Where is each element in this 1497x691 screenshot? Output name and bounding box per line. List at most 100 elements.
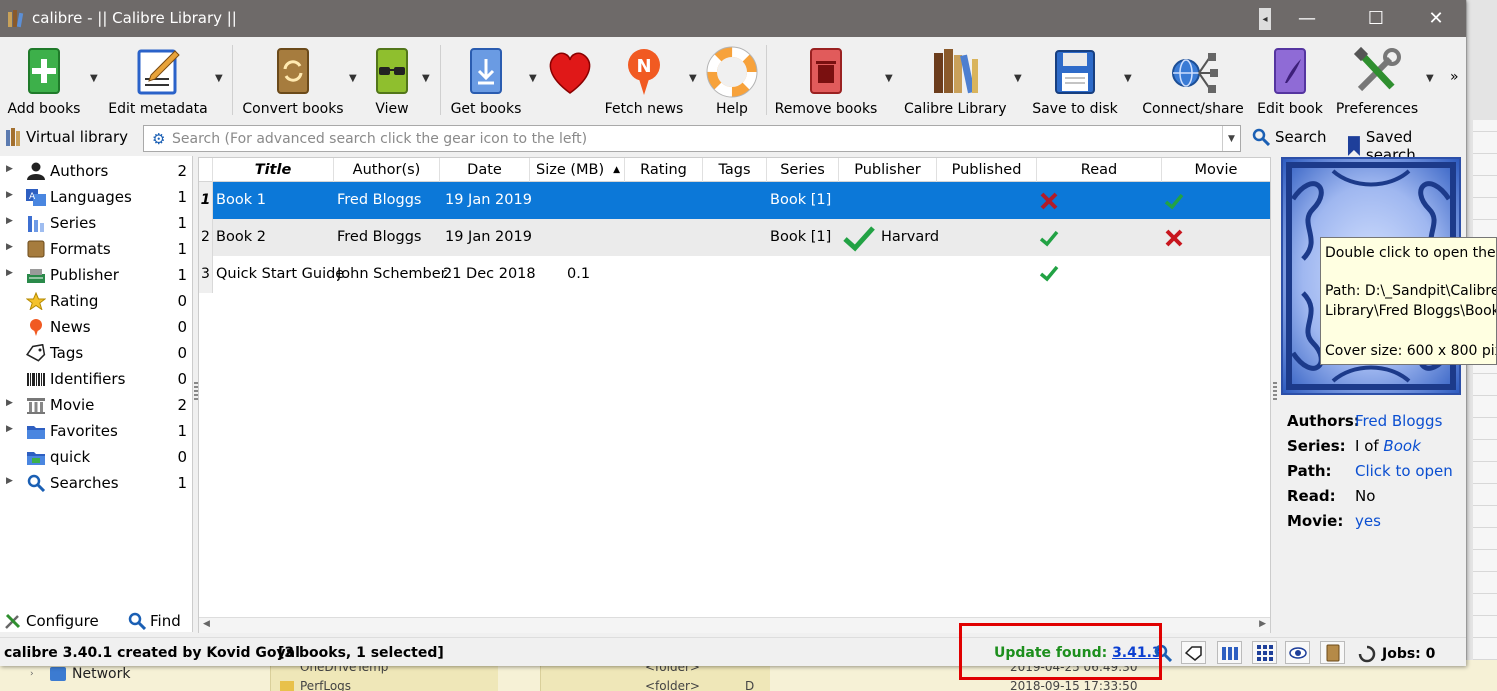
add-books-button[interactable]: Add books ▼ [0,41,98,119]
cell-date[interactable]: 19 Jan 2019 [445,182,532,219]
cell-title[interactable]: Book 1 [213,182,334,219]
splitter-handle[interactable] [1273,380,1277,400]
expand-arrow-icon[interactable]: ▶ [6,164,13,174]
connect-share-button[interactable]: Connect/share [1142,41,1244,119]
fetch-news-button[interactable]: N Fetch news ▼ [604,41,697,119]
preferences-dropdown-icon[interactable]: ▼ [1426,73,1434,84]
tag-browser-item-identifiers[interactable]: Identifiers 0 [0,366,193,392]
remove-books-button[interactable]: Remove books ▼ [774,41,893,119]
search-input[interactable] [172,129,1212,149]
view-dropdown-icon[interactable]: ▼ [422,73,430,84]
find-button[interactable]: Find [128,612,181,630]
preferences-button[interactable]: Preferences ▼ [1334,41,1434,119]
detail-series-link[interactable]: Book [1383,437,1420,455]
cell-title[interactable]: Book 2 [216,219,266,256]
column-header-tags[interactable]: Tags [703,158,767,182]
minimize-button[interactable]: — [1284,0,1330,37]
tag-browser-toggle-button[interactable] [1181,641,1206,664]
expand-arrow-icon[interactable]: ▶ [6,242,13,252]
tag-browser-item-tags[interactable]: Tags 0 [0,340,193,366]
scroll-left-icon[interactable]: ◀ [203,619,210,629]
save-to-disk-button[interactable]: Save to disk ▼ [1030,41,1132,119]
close-button[interactable]: ✕ [1413,0,1459,37]
expand-arrow-icon[interactable]: ▶ [6,190,13,200]
column-header-published[interactable]: Published [937,158,1037,182]
detail-movie-link[interactable]: yes [1355,512,1381,530]
search-history-dropdown-icon[interactable]: ▼ [1222,126,1240,151]
view-button[interactable]: View ▼ [364,41,430,119]
tag-browser-item-movie[interactable]: ▶ Movie 2 [0,392,193,418]
tag-browser-item-news[interactable]: News 0 [0,314,193,340]
remove-books-dropdown-icon[interactable]: ▼ [885,73,893,84]
calibre-library-button[interactable]: Calibre Library ▼ [904,41,1022,119]
tag-browser-item-favorites[interactable]: ▶ Favorites 1 [0,418,193,444]
column-header-size[interactable]: Size (MB) ▲ [530,158,625,182]
network-label[interactable]: Network [72,666,130,682]
tag-browser-item-formats[interactable]: ▶ Formats 1 [0,236,193,262]
column-header-date[interactable]: Date [440,158,530,182]
find-label: Find [150,612,181,630]
add-books-dropdown-icon[interactable]: ▼ [90,73,98,84]
table-row[interactable]: 1 Book 1 Fred Bloggs 19 Jan 2019 Book [1… [199,182,1270,219]
tag-browser-item-publisher[interactable]: ▶ Publisher 1 [0,262,193,288]
cell-author[interactable]: Fred Bloggs [337,182,421,219]
tag-browser-item-languages[interactable]: ▶ A Languages 1 [0,184,193,210]
cell-date[interactable]: 21 Dec 2018 [443,256,536,293]
donate-button[interactable] [540,41,600,119]
expand-arrow-icon[interactable]: ▶ [6,268,13,278]
configure-button[interactable]: Configure [4,612,99,630]
cell-date[interactable]: 19 Jan 2019 [445,219,532,256]
cover-browser-button[interactable] [1285,641,1310,664]
calibre-library-label: Calibre Library [904,101,1007,117]
bookshelf-view-button[interactable] [1217,641,1242,664]
detail-path-link[interactable]: Click to open [1355,462,1453,480]
help-button[interactable]: Help [704,41,760,119]
maximize-button[interactable]: ☐ [1353,0,1399,37]
edit-metadata-dropdown-icon[interactable]: ▼ [215,73,223,84]
expand-arrow-icon[interactable]: ▶ [6,398,13,408]
cell-series[interactable]: Book [1] [770,182,831,219]
column-header-title[interactable]: Title [213,158,334,182]
column-header-authors[interactable]: Author(s) [334,158,440,182]
tag-browser-item-authors[interactable]: ▶ Authors 2 [0,158,193,184]
collapse-toolbar-button[interactable]: ◂ [1259,8,1271,30]
column-header-read[interactable]: Read [1037,158,1162,182]
get-books-dropdown-icon[interactable]: ▼ [529,73,537,84]
column-header-publisher[interactable]: Publisher [839,158,937,182]
grid-view-button[interactable] [1252,641,1277,664]
cell-author[interactable]: John Schember [337,256,447,293]
expand-arrow-icon[interactable]: ▶ [6,476,13,486]
detail-authors-link[interactable]: Fred Bloggs [1355,412,1442,430]
table-row[interactable]: 3 Quick Start Guide John Schember 21 Dec… [199,256,1270,293]
jobs-indicator[interactable]: Jobs: 0 [1358,645,1435,663]
cell-publisher[interactable]: Harvard [881,219,939,256]
convert-books-button[interactable]: Convert books ▼ [240,41,357,119]
calibre-library-dropdown-icon[interactable]: ▼ [1014,73,1022,84]
column-header-series[interactable]: Series [767,158,839,182]
expand-arrow-icon[interactable]: ▶ [6,424,13,434]
expand-arrow-icon[interactable]: ▶ [6,216,13,226]
column-header-rating[interactable]: Rating [625,158,703,182]
search-button[interactable]: Search [1252,128,1327,146]
tag-browser-item-searches[interactable]: ▶ Searches 1 [0,470,193,496]
more-actions-icon[interactable]: » [1450,69,1459,85]
column-header-movie[interactable]: Movie [1162,158,1270,182]
get-books-button[interactable]: Get books ▼ [446,41,537,119]
scroll-right-icon[interactable]: ▶ [1259,619,1266,629]
fetch-news-dropdown-icon[interactable]: ▼ [689,73,697,84]
gear-icon[interactable]: ⚙ [152,130,165,148]
cell-size[interactable]: 0.1 [567,256,590,293]
tag-browser-item-quick[interactable]: quick 0 [0,444,193,470]
save-to-disk-dropdown-icon[interactable]: ▼ [1124,73,1132,84]
tag-browser-item-series[interactable]: ▶ Series 1 [0,210,193,236]
cell-series[interactable]: Book [1] [770,219,831,256]
table-row[interactable]: 2 Book 2 Fred Bloggs 19 Jan 2019 Book [1… [199,219,1270,256]
virtual-library-button[interactable]: Virtual library [6,128,128,146]
edit-metadata-button[interactable]: Edit metadata ▼ [106,41,223,119]
edit-book-button[interactable]: Edit book [1254,41,1326,119]
cell-author[interactable]: Fred Bloggs [337,219,421,256]
convert-books-dropdown-icon[interactable]: ▼ [349,73,357,84]
cell-title[interactable]: Quick Start Guide [216,256,344,293]
book-details-toggle-button[interactable] [1320,641,1345,664]
tag-browser-item-rating[interactable]: Rating 0 [0,288,193,314]
